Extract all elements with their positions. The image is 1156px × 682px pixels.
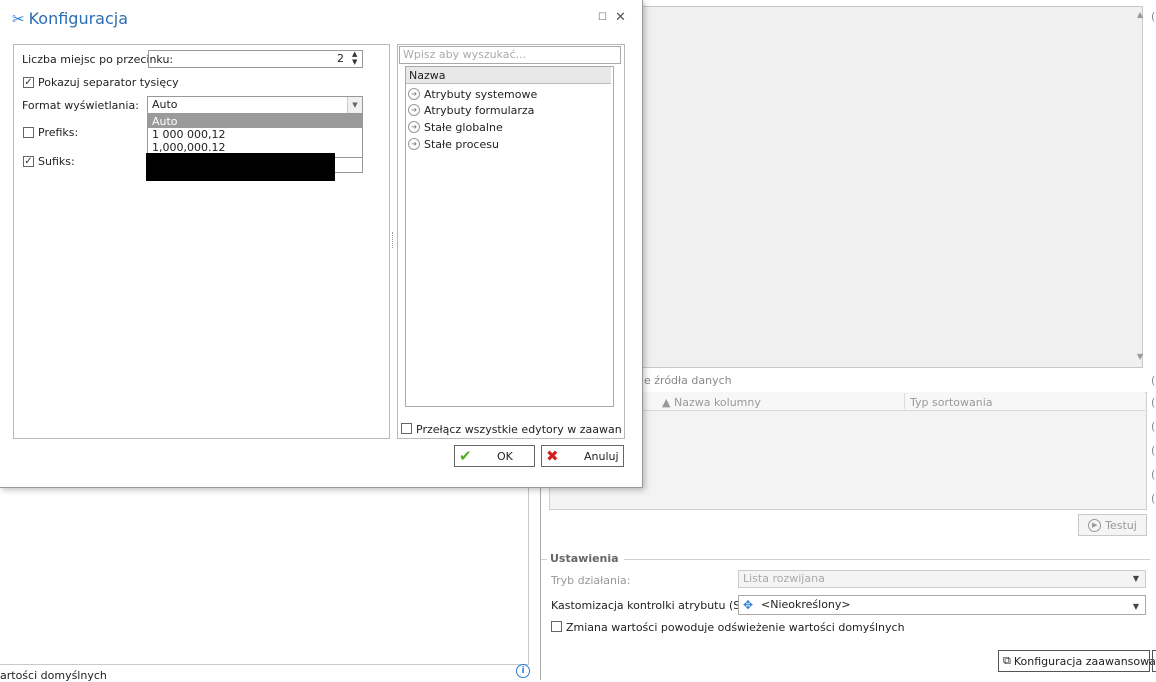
thousand-separator-label: Pokazuj separator tysięcy	[38, 76, 179, 89]
search-input[interactable]: Wpisz aby wyszukać...	[399, 46, 621, 64]
edge-icon[interactable]: (	[1151, 444, 1155, 457]
thousand-separator-checkbox[interactable]: ✓	[23, 77, 34, 88]
display-format-select[interactable]: Auto ▼	[147, 96, 363, 114]
query-editor-area[interactable]	[636, 6, 1143, 368]
tree-item[interactable]: ➔ Atrybuty systemowe	[408, 86, 537, 102]
scroll-up-icon[interactable]: ▲	[1137, 10, 1143, 19]
advanced-config-button[interactable]: ⧉ Konfiguracja zaawansowana	[998, 650, 1156, 672]
decimal-places-stepper[interactable]: 2	[148, 50, 363, 68]
prefix-checkbox[interactable]	[23, 127, 34, 138]
default-values-text: artości domyślnych	[0, 669, 107, 682]
maximize-icon[interactable]: ☐	[598, 12, 607, 23]
expand-arrow-icon[interactable]: ➔	[408, 104, 420, 116]
chevron-down-icon: ▼	[1132, 602, 1139, 611]
edge-icon[interactable]: (	[1151, 492, 1155, 505]
column-header-sort-type[interactable]: Typ sortowania	[910, 396, 993, 409]
column-separator	[904, 393, 905, 409]
settings-divider	[624, 559, 1150, 560]
edge-icon[interactable]: (	[1151, 468, 1155, 481]
close-icon[interactable]: ✕	[615, 10, 626, 25]
redaction-block	[146, 153, 335, 181]
settings-title: Ustawienia	[550, 552, 619, 565]
tree-header[interactable]: Nazwa	[406, 67, 611, 84]
edge-icon[interactable]: (	[1151, 10, 1155, 23]
format-dropdown-list: Auto 1 000 000,12 1,000,000.12	[147, 114, 363, 158]
edge-icon[interactable]: (	[1151, 420, 1155, 433]
tree-item[interactable]: ➔ Stałe globalne	[408, 119, 503, 135]
column-header-name[interactable]: ▲ Nazwa kolumny	[662, 396, 761, 409]
test-button[interactable]: ▶ Testuj	[1078, 514, 1147, 536]
datasource-label: e źródła danych	[644, 374, 732, 387]
expand-arrow-icon[interactable]: ➔	[408, 88, 420, 100]
refresh-defaults-checkbox[interactable]	[551, 621, 562, 632]
info-icon[interactable]: i	[516, 664, 530, 678]
tools-icon: ✂	[12, 9, 25, 28]
format-option[interactable]: 1 000 000,12	[148, 128, 362, 141]
panel-splitter[interactable]	[392, 232, 395, 248]
tree-item[interactable]: ➔ Atrybuty formularza	[408, 102, 534, 118]
checkmark-icon: ✔	[459, 447, 472, 465]
stepper-arrows-icon[interactable]: ▲ ▼	[352, 50, 357, 66]
cancel-button[interactable]: ✖ Anuluj	[541, 445, 624, 467]
puzzle-icon: ✥	[742, 598, 754, 612]
expand-arrow-icon[interactable]: ➔	[408, 121, 420, 133]
background-left-inner	[0, 488, 529, 665]
edge-icon[interactable]: (	[1151, 374, 1155, 387]
config-window-icon: ⧉	[1003, 654, 1011, 667]
advanced-editors-checkbox[interactable]	[401, 423, 412, 434]
chevron-down-icon[interactable]: ▼	[347, 97, 362, 113]
tree-item[interactable]: ➔ Stałe procesu	[408, 136, 499, 152]
scroll-down-icon[interactable]: ▼	[1137, 352, 1143, 361]
sdk-label: Kastomizacja kontrolki atrybutu (SDK):	[551, 599, 764, 612]
settings-divider-left	[541, 559, 547, 560]
format-option[interactable]: Auto	[148, 115, 362, 128]
dialog-title: ✂ Konfiguracja	[12, 9, 129, 28]
prefix-label: Prefiks:	[38, 126, 79, 139]
chevron-down-icon: ▼	[1132, 574, 1139, 583]
suffix-checkbox[interactable]: ✓	[23, 156, 34, 167]
extra-button[interactable]	[1152, 650, 1156, 672]
edge-icon[interactable]: (	[1151, 396, 1155, 409]
sort-asc-icon: ▲	[662, 396, 674, 409]
sdk-select[interactable]: ✥ <Nieokreślony> ▼	[738, 595, 1146, 615]
refresh-defaults-label: Zmiana wartości powoduje odświeżenie war…	[566, 621, 905, 634]
expand-arrow-icon[interactable]: ➔	[408, 138, 420, 150]
ok-button[interactable]: ✔ OK	[454, 445, 535, 467]
play-icon: ▶	[1088, 518, 1102, 532]
display-format-label: Format wyświetlania:	[22, 99, 139, 112]
mode-select[interactable]: Lista rozwijana ▼	[738, 570, 1146, 588]
mode-label: Tryb działania:	[551, 574, 631, 587]
advanced-editors-label: Przełącz wszystkie edytory w zaawansowan…	[416, 423, 622, 436]
cancel-x-icon: ✖	[546, 447, 559, 465]
suffix-label: Sufiks:	[38, 155, 75, 168]
